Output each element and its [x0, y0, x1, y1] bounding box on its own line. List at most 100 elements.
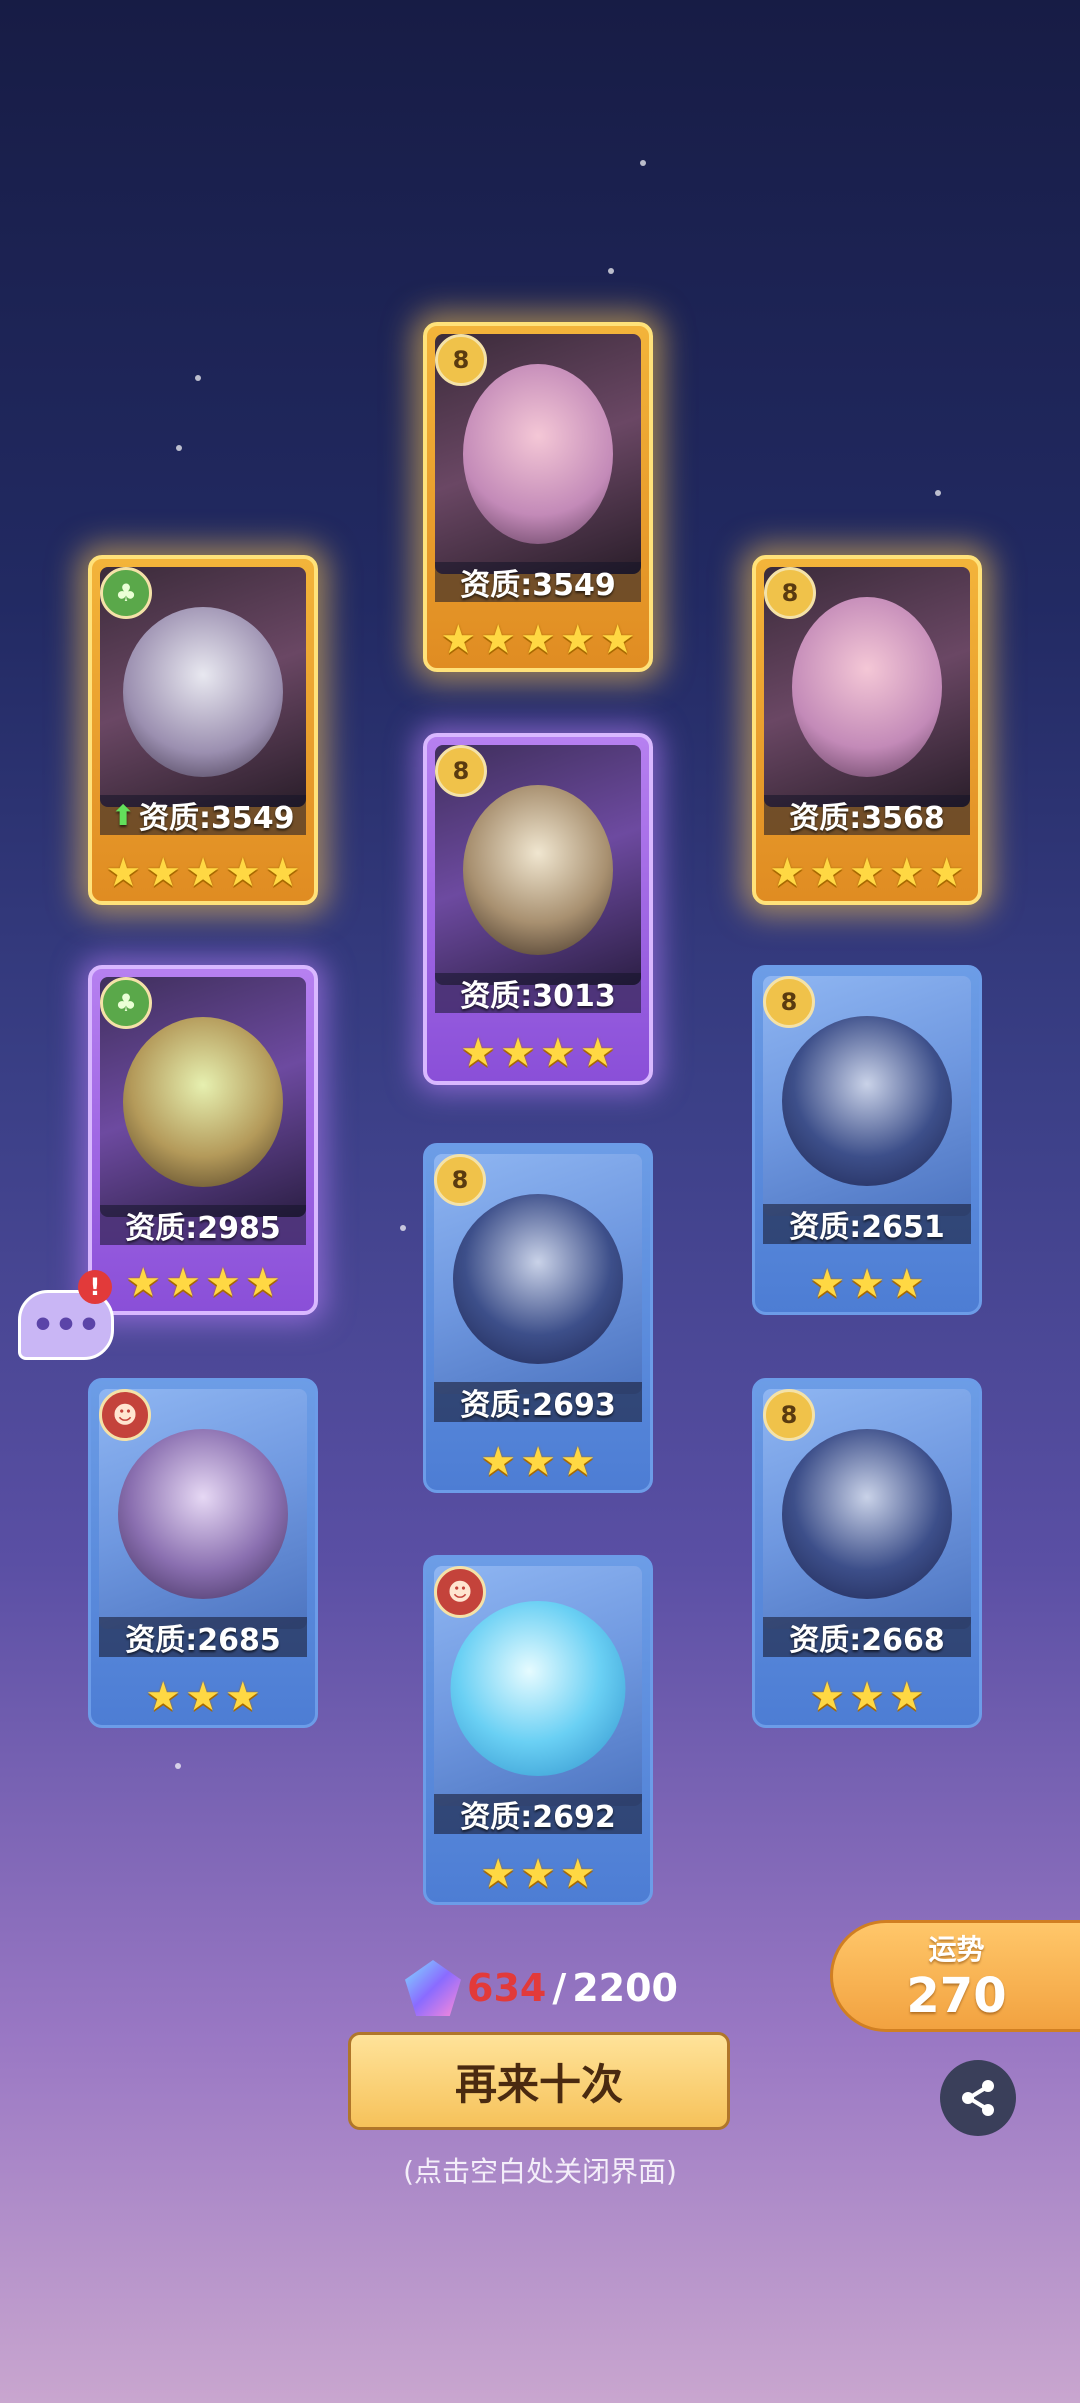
fortune-value: 270	[906, 1968, 1007, 2024]
sky-sparkle	[608, 268, 614, 274]
sky-sparkle	[176, 445, 182, 451]
sky-sparkle	[935, 490, 941, 496]
star-icon: ★	[520, 1439, 556, 1485]
currency-max: 2200	[572, 1966, 678, 2010]
aptitude-label: 资质:2685	[99, 1617, 307, 1658]
hero-card[interactable]: ♣ ⬆ 资质:3549 ★ ★ ★ ★ ★	[88, 555, 318, 905]
star-icon: ★	[224, 850, 261, 896]
star-icon: ★	[105, 850, 142, 896]
hero-card[interactable]: 8 资质:2693 ★ ★ ★	[423, 1143, 653, 1493]
sky-sparkle	[400, 1225, 406, 1231]
star-icon: ★	[928, 850, 965, 896]
hero-figure	[450, 1601, 626, 1776]
aptitude-label: 资质:2692	[434, 1794, 642, 1835]
star-icon: ★	[559, 1851, 596, 1897]
star-icon: ★	[888, 1674, 925, 1720]
fortune-label: 运势	[928, 1933, 985, 1966]
star-rating: ★ ★ ★	[91, 1673, 315, 1721]
faction-icon: ☻	[434, 1566, 486, 1618]
sky-sparkle	[195, 375, 201, 381]
close-hint: (点击空白处关闭界面)	[403, 2155, 677, 2188]
star-icon: ★	[244, 1260, 281, 1306]
aptitude-label: 资质:3549	[435, 562, 641, 603]
star-icon: ★	[125, 1260, 162, 1306]
star-rating: ★ ★ ★	[755, 1673, 979, 1721]
star-icon: ★	[500, 1030, 536, 1076]
aptitude-label: 资质:2651	[763, 1204, 971, 1245]
aptitude-label: 资质:2693	[434, 1382, 642, 1423]
faction-icon: 8	[764, 567, 816, 619]
star-icon: ★	[579, 1030, 616, 1076]
star-icon: ★	[520, 1851, 556, 1897]
hero-figure	[453, 1194, 623, 1364]
hero-figure	[118, 1429, 288, 1599]
faction-icon: 8	[763, 1389, 815, 1441]
sky-sparkle	[175, 1763, 181, 1769]
hero-figure	[782, 1016, 952, 1186]
hero-figure	[782, 1429, 952, 1599]
star-icon: ★	[559, 1439, 596, 1485]
star-rating: ★ ★ ★	[426, 1850, 650, 1898]
faction-icon: ♣	[100, 567, 152, 619]
aptitude-label: 资质:3013	[435, 973, 641, 1014]
faction-icon: 8	[435, 334, 487, 386]
star-rating: ★ ★ ★ ★	[92, 1259, 314, 1307]
hero-figure	[123, 1017, 283, 1187]
aptitude-label: ⬆ 资质:3549	[100, 795, 306, 836]
faction-icon: 8	[434, 1154, 486, 1206]
star-icon: ★	[849, 850, 885, 896]
share-button[interactable]	[940, 2060, 1016, 2136]
star-icon: ★	[540, 1030, 576, 1076]
hero-card[interactable]: 8 资质:3549 ★ ★ ★ ★ ★	[423, 322, 653, 672]
share-icon	[962, 2080, 994, 2116]
gacha-results-screen[interactable]: { "cards": [ {"rarity": "gold", "faction…	[0, 0, 1080, 2403]
hero-card[interactable]: 8 资质:3013 ★ ★ ★ ★	[423, 733, 653, 1085]
star-rating: ★ ★ ★ ★ ★	[756, 849, 978, 897]
star-icon: ★	[264, 850, 301, 896]
aptitude-label: 资质:2985	[100, 1205, 306, 1246]
hero-card[interactable]: ☻ 资质:2685 ★ ★ ★	[88, 1378, 318, 1728]
summon-ten-again-button[interactable]: 再来十次	[348, 2032, 730, 2130]
star-icon: ★	[185, 850, 221, 896]
star-icon: ★	[809, 850, 846, 896]
star-icon: ★	[888, 1261, 925, 1307]
upgrade-arrow-icon: ⬆	[111, 798, 135, 832]
star-icon: ★	[145, 1674, 182, 1720]
hero-card[interactable]: 8 资质:2668 ★ ★ ★	[752, 1378, 982, 1728]
star-rating: ★ ★ ★	[755, 1260, 979, 1308]
sky-sparkle	[640, 160, 646, 166]
hero-card[interactable]: 8 资质:3568 ★ ★ ★ ★ ★	[752, 555, 982, 905]
star-icon: ★	[205, 1260, 241, 1306]
currency-count: 634	[467, 1966, 547, 2010]
faction-icon: ☻	[99, 1389, 151, 1441]
aptitude-label: 资质:2668	[763, 1617, 971, 1658]
star-icon: ★	[520, 617, 556, 663]
star-rating: ★ ★ ★ ★ ★	[92, 849, 314, 897]
star-icon: ★	[599, 617, 636, 663]
fortune-panel[interactable]: 运势 270	[830, 1920, 1080, 2032]
star-icon: ★	[849, 1261, 885, 1307]
faction-icon: ♣	[100, 977, 152, 1029]
star-icon: ★	[480, 1851, 517, 1897]
faction-icon: 8	[763, 976, 815, 1028]
aptitude-label: 资质:3568	[764, 795, 970, 836]
star-icon: ★	[440, 617, 477, 663]
star-icon: ★	[185, 1674, 221, 1720]
star-rating: ★ ★ ★ ★ ★	[427, 616, 649, 664]
hero-card[interactable]: 8 资质:2651 ★ ★ ★	[752, 965, 982, 1315]
hero-figure	[463, 785, 613, 955]
hero-card[interactable]: ♣ 资质:2985 ★ ★ ★ ★	[88, 965, 318, 1315]
chat-alert-badge: !	[78, 1270, 112, 1304]
star-icon: ★	[849, 1674, 885, 1720]
star-rating: ★ ★ ★	[426, 1438, 650, 1486]
currency-separator: /	[552, 1966, 567, 2010]
crystal-icon	[405, 1960, 461, 2016]
hero-card[interactable]: ☻ 资质:2692 ★ ★ ★	[423, 1555, 653, 1905]
star-icon: ★	[559, 617, 596, 663]
faction-icon: 8	[435, 745, 487, 797]
star-icon: ★	[224, 1674, 261, 1720]
hero-figure	[123, 607, 283, 777]
hero-figure	[463, 364, 613, 544]
star-icon: ★	[888, 850, 925, 896]
star-icon: ★	[809, 1261, 846, 1307]
